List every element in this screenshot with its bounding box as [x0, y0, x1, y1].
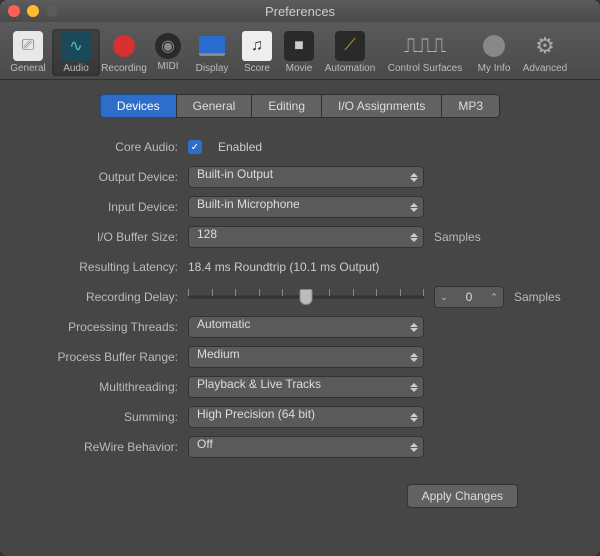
close-icon[interactable]: [8, 5, 20, 17]
preferences-window: Preferences ⎚ General ∿ Audio Recording …: [0, 0, 600, 556]
toolbar: ⎚ General ∿ Audio Recording ◉ MIDI Displ…: [0, 22, 600, 80]
summing-label: Summing:: [20, 410, 188, 424]
tab-devices[interactable]: Devices: [100, 94, 176, 118]
user-icon: [483, 35, 505, 57]
minimize-icon[interactable]: [27, 5, 39, 17]
stepper-up[interactable]: ⌃: [485, 287, 503, 307]
recording-delay-stepper[interactable]: ⌄ 0 ⌃: [434, 286, 504, 308]
camera-icon: ■: [294, 37, 304, 55]
window-title: Preferences: [0, 4, 600, 19]
faders-icon: ⎍⎍⎍: [404, 35, 446, 58]
io-buffer-select[interactable]: 128: [188, 226, 424, 248]
toolbar-score[interactable]: ♫ Score: [236, 29, 278, 76]
processing-threads-select[interactable]: Automatic: [188, 316, 424, 338]
core-audio-label: Core Audio:: [20, 140, 188, 154]
tab-editing[interactable]: Editing: [251, 94, 321, 118]
sub-tabs: Devices General Editing I/O Assignments …: [20, 94, 580, 118]
toolbar-label: Recording: [101, 63, 147, 74]
toolbar-label: Control Surfaces: [388, 63, 462, 74]
process-buffer-range-select[interactable]: Medium: [188, 346, 424, 368]
core-audio-checkbox[interactable]: ✓: [188, 140, 202, 154]
resulting-latency-label: Resulting Latency:: [20, 260, 188, 274]
io-buffer-label: I/O Buffer Size:: [20, 230, 188, 244]
record-icon: [113, 35, 135, 57]
toolbar-label: My Info: [478, 63, 511, 74]
toolbar-display[interactable]: Display: [188, 29, 236, 76]
music-note-icon: ♫: [251, 37, 263, 55]
rewire-select[interactable]: Off: [188, 436, 424, 458]
recording-delay-slider[interactable]: [188, 286, 424, 308]
output-device-label: Output Device:: [20, 170, 188, 184]
input-device-label: Input Device:: [20, 200, 188, 214]
toolbar-label: Automation: [325, 63, 376, 74]
toolbar-automation[interactable]: ⟋ Automation: [320, 29, 380, 76]
toolbar-label: Movie: [286, 63, 313, 74]
toolbar-label: MIDI: [157, 61, 178, 72]
tab-mp3[interactable]: MP3: [441, 94, 500, 118]
tab-io-assignments[interactable]: I/O Assignments: [321, 94, 441, 118]
display-icon: [199, 36, 225, 56]
samples-suffix: Samples: [434, 230, 481, 244]
slider-icon: ⎚: [22, 37, 35, 55]
toolbar-midi[interactable]: ◉ MIDI: [148, 31, 188, 74]
toolbar-label: Advanced: [523, 63, 567, 74]
multithreading-select[interactable]: Playback & Live Tracks: [188, 376, 424, 398]
toolbar-label: Audio: [63, 63, 89, 74]
toolbar-general[interactable]: ⎚ General: [4, 29, 52, 76]
summing-select[interactable]: High Precision (64 bit): [188, 406, 424, 428]
recording-delay-value: 0: [453, 290, 485, 304]
stepper-down[interactable]: ⌄: [435, 287, 453, 307]
toolbar-label: Display: [196, 63, 229, 74]
processing-threads-label: Processing Threads:: [20, 320, 188, 334]
samples-suffix: Samples: [514, 290, 561, 304]
output-device-select[interactable]: Built-in Output: [188, 166, 424, 188]
apply-changes-button[interactable]: Apply Changes: [407, 484, 518, 508]
toolbar-movie[interactable]: ■ Movie: [278, 29, 320, 76]
slider-thumb-icon[interactable]: [300, 289, 313, 305]
rewire-label: ReWire Behavior:: [20, 440, 188, 454]
toolbar-label: General: [10, 63, 46, 74]
input-device-select[interactable]: Built-in Microphone: [188, 196, 424, 218]
toolbar-audio[interactable]: ∿ Audio: [52, 29, 100, 76]
resulting-latency-value: 18.4 ms Roundtrip (10.1 ms Output): [188, 260, 379, 274]
traffic-lights: [8, 5, 58, 17]
midi-icon: ◉: [161, 36, 175, 56]
enabled-text: Enabled: [218, 140, 262, 154]
waveform-icon: ∿: [69, 36, 82, 56]
zoom-icon[interactable]: [46, 5, 58, 17]
titlebar: Preferences: [0, 0, 600, 22]
gear-icon: ⚙: [535, 33, 555, 59]
multithreading-label: Multithreading:: [20, 380, 188, 394]
toolbar-my-info[interactable]: My Info: [470, 29, 518, 76]
toolbar-label: Score: [244, 63, 270, 74]
toolbar-recording[interactable]: Recording: [100, 29, 148, 76]
toolbar-control-surfaces[interactable]: ⎍⎍⎍ Control Surfaces: [380, 29, 470, 76]
tab-general[interactable]: General: [176, 94, 252, 118]
automation-icon: ⟋: [344, 37, 355, 55]
devices-form: Core Audio: ✓ Enabled Output Device: Bui…: [20, 136, 580, 508]
recording-delay-label: Recording Delay:: [20, 290, 188, 304]
preferences-body: Devices General Editing I/O Assignments …: [0, 80, 600, 528]
process-buffer-range-label: Process Buffer Range:: [20, 350, 188, 364]
toolbar-advanced[interactable]: ⚙ Advanced: [518, 29, 572, 76]
